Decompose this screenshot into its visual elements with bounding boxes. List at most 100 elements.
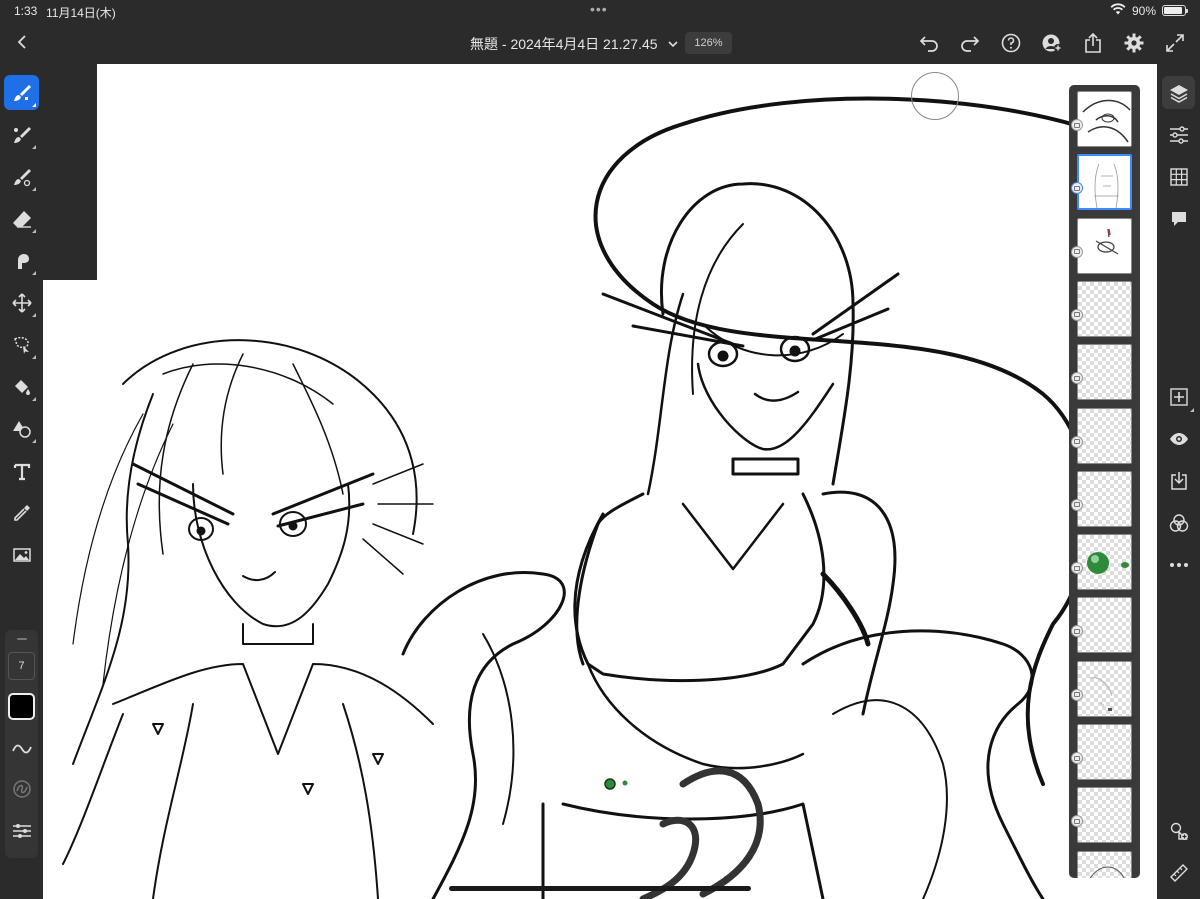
fill-icon [14,379,30,395]
shapes-tool[interactable] [4,411,39,446]
layer-type-icon [1071,245,1083,258]
document-title-menu[interactable]: 無題 - 2024年4月4日 21.27.45 [470,34,680,54]
layers-panel [1069,85,1140,878]
drawing-canvas[interactable] [43,64,1157,899]
pixel-brush-icon [13,84,31,101]
battery-icon [1162,5,1188,16]
layer-type-icon [1071,119,1083,131]
top-bar: 無題 - 2024年4月4日 21.27.45 126% [0,22,1200,64]
layer-thumbnail[interactable] [1077,344,1132,401]
artwork-illustration [62,96,1105,899]
grid-button[interactable] [1162,160,1195,193]
vector-brush-tool[interactable] [4,159,39,194]
grid-icon [1169,167,1188,186]
status-bar: 1:33 11月14日(木) ••• 90% [0,0,1200,22]
layer-thumbnail[interactable] [1077,470,1132,527]
eyedropper-icon [13,504,30,521]
stroke-smoothing-icon[interactable] [9,736,34,761]
layer-type-icon [1071,688,1083,701]
layer-thumbnail[interactable] [1077,597,1132,654]
layer-thumbnail[interactable] [1077,217,1132,274]
pixel-brush-tool[interactable] [4,75,39,110]
transform-icon [11,292,32,313]
back-button[interactable] [10,30,34,54]
layer-type-icon [1071,562,1083,575]
layer-thumbnail[interactable] [1077,91,1132,147]
transform-tool[interactable] [4,285,39,320]
zoom-level[interactable]: 126% [685,32,732,54]
text-tool[interactable] [4,453,39,488]
pressure-icon[interactable] [9,776,34,801]
panel-grip[interactable] [17,638,27,640]
properties-icon [1169,125,1188,144]
shapes-icon [12,420,31,438]
place-image-icon [12,547,31,562]
layer-thumbnail[interactable] [1077,407,1132,464]
layer-thumbnail[interactable] [1077,724,1132,780]
left-toolbar: 7 [0,64,43,899]
add-layer-icon [1169,387,1188,406]
blend-mode-button[interactable] [1162,506,1195,539]
settings-icon[interactable] [1121,30,1147,56]
help-icon[interactable] [998,30,1024,56]
multitasking-dots[interactable]: ••• [590,1,608,17]
ruler-icon [1169,863,1188,882]
layer-thumbnail[interactable] [1077,154,1132,211]
comment-icon [1171,211,1186,226]
visibility-icon [1169,432,1188,445]
more-icon [1169,562,1188,567]
add-shapes-button[interactable] [1162,814,1195,847]
layer-type-icon [1071,752,1083,764]
layer-thumbnail[interactable] [1077,850,1132,878]
comment-button[interactable] [1162,202,1195,235]
layer-type-icon [1071,498,1083,511]
smudge-tool[interactable] [4,243,39,278]
layer-thumbnail[interactable] [1077,280,1132,337]
vector-brush-icon [13,168,31,186]
invite-icon[interactable] [1039,30,1065,56]
undo-icon[interactable] [916,30,942,56]
brush-size[interactable]: 7 [8,652,35,680]
layer-visibility-button[interactable] [1162,422,1195,455]
layer-thumbnail[interactable] [1077,534,1132,591]
layers-icon [1169,84,1188,103]
add-layer-button[interactable] [1162,380,1195,413]
import-icon [1170,471,1187,490]
import-button[interactable] [1162,464,1195,497]
layers-button[interactable] [1162,76,1195,109]
brush-cursor [911,72,959,120]
more-options-button[interactable] [1162,548,1195,581]
brush-settings-panel: 7 [5,630,38,858]
chevron-left-icon [17,35,26,49]
chevron-down-icon [666,37,680,51]
layer-thumbnail[interactable] [1077,787,1132,844]
battery-percent: 90% [1131,3,1156,18]
smudge-icon [17,253,29,269]
home-indicator[interactable] [449,886,751,891]
selection-icon [13,336,29,354]
share-icon[interactable] [1080,30,1106,56]
top-actions [916,30,1188,56]
right-toolbar [1157,64,1200,899]
document-title: 無題 - 2024年4月4日 21.27.45 [470,36,658,52]
place-image-tool[interactable] [4,537,39,572]
blend-icon [1169,513,1188,532]
status-date: 11月14日(木) [46,6,116,20]
selection-tool[interactable] [4,327,39,362]
ruler-button[interactable] [1162,856,1195,889]
redo-icon[interactable] [957,30,983,56]
live-brush-tool[interactable] [4,117,39,152]
brush-color-box[interactable] [8,693,35,720]
status-right: 90% [1110,3,1188,18]
layer-thumbnail[interactable] [1077,660,1132,717]
fill-tool[interactable] [4,369,39,404]
eyedropper-tool[interactable] [4,495,39,530]
brush-settings-icon[interactable] [9,818,34,843]
text-icon [13,463,30,480]
eraser-tool[interactable] [4,201,39,236]
fullscreen-icon[interactable] [1162,30,1188,56]
battery-fill [1164,7,1182,14]
layer-properties-button[interactable] [1162,118,1195,151]
live-brush-icon [13,126,31,143]
fresco-app: 1:33 11月14日(木) ••• 90% 無題 - 2024年4月4日 21… [0,0,1200,899]
